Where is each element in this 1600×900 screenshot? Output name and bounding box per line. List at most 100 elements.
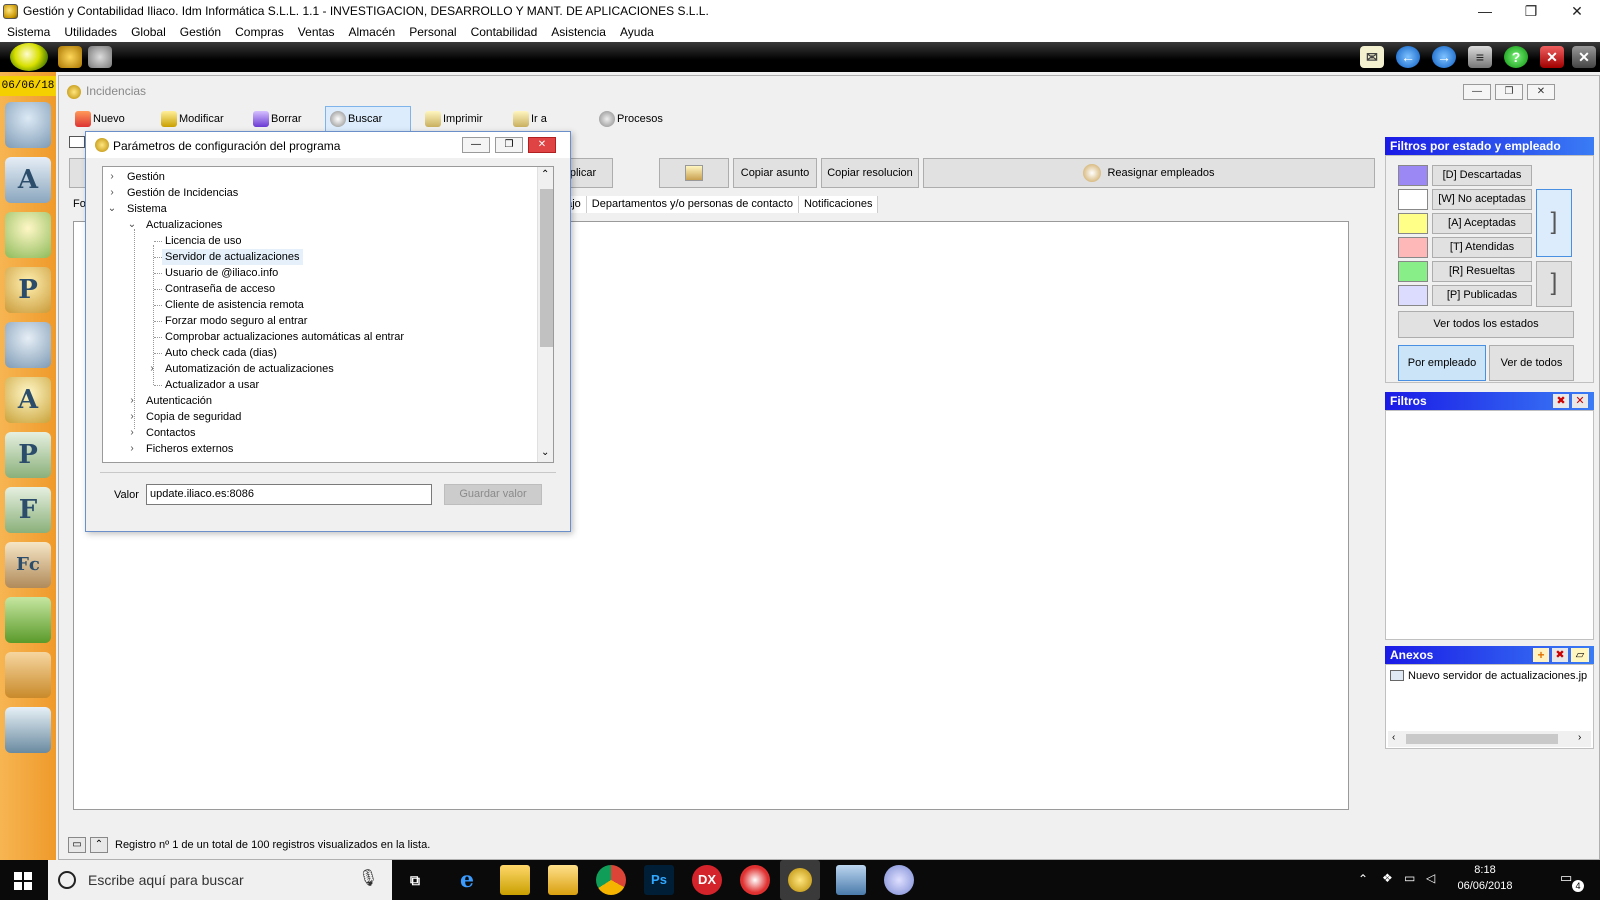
users-group-icon[interactable] xyxy=(5,102,51,148)
list-view-icon[interactable] xyxy=(69,136,85,148)
filter-no-aceptadas-button[interactable]: [W] No aceptadas xyxy=(1432,189,1532,210)
taskbar-search[interactable]: Escribe aquí para buscar 🎙 xyxy=(48,860,392,900)
tree-node-ficheros-externos[interactable]: › Ficheros externos xyxy=(127,441,233,457)
tree-node-gestion[interactable]: › Gestión xyxy=(107,169,165,185)
paint-app-icon[interactable] xyxy=(884,865,914,895)
tree-node-contactos[interactable]: › Contactos xyxy=(127,425,195,441)
filter-descartadas-button[interactable]: [D] Descartadas xyxy=(1432,165,1532,186)
tree-node-forzar-modo[interactable]: Forzar modo seguro al entrar xyxy=(165,313,307,329)
tab-departamentos[interactable]: Departamentos y/o personas de contacto xyxy=(586,196,799,213)
minimize-button[interactable]: — xyxy=(1462,0,1508,23)
menu-utilidades[interactable]: Utilidades xyxy=(57,23,124,42)
child-close-button[interactable]: ✕ xyxy=(1527,84,1555,100)
filtros-close-icon[interactable]: ✕ xyxy=(1572,394,1588,408)
tray-date[interactable]: 06/06/2018 xyxy=(1450,880,1520,892)
forward-arrow-icon[interactable]: → xyxy=(1432,46,1456,68)
anexos-folder-icon[interactable]: ▱ xyxy=(1571,648,1589,662)
scroll-up-icon[interactable]: ⌃ xyxy=(541,169,549,180)
tree-node-autenticacion[interactable]: › Autenticación xyxy=(127,393,212,409)
settings-coin-icon[interactable] xyxy=(88,46,112,68)
help-icon[interactable]: ? xyxy=(1504,46,1528,68)
user-a-icon[interactable]: A xyxy=(5,377,51,423)
valor-input[interactable]: update.iliaco.es:8086 xyxy=(146,484,432,505)
dropbox-icon[interactable]: ❖ xyxy=(1382,871,1393,885)
tree-node-sistema[interactable]: ⌄ Sistema xyxy=(107,201,167,217)
dialog-restore-button[interactable]: ❐ xyxy=(495,137,523,153)
menu-ayuda[interactable]: Ayuda xyxy=(613,23,661,42)
menu-ventas[interactable]: Ventas xyxy=(291,23,342,42)
status-list-icon[interactable]: ▭ xyxy=(68,837,86,853)
reasignar-empleados-button[interactable]: Reasignar empleados xyxy=(923,158,1375,188)
tree-scroll-thumb[interactable] xyxy=(540,189,553,347)
tree-node-automatizacion[interactable]: › Automatización de actualizaciones xyxy=(147,361,333,377)
close-button[interactable]: ✕ xyxy=(1554,0,1600,23)
anexos-add-icon[interactable]: + xyxy=(1533,648,1549,662)
tab-notificaciones[interactable]: Notificaciones xyxy=(798,196,879,213)
mail-icon[interactable]: ✉ xyxy=(1360,46,1384,68)
shopping-bag-green-icon[interactable] xyxy=(5,597,51,643)
tree-node-copia-seguridad[interactable]: › Copia de seguridad xyxy=(127,409,241,425)
restore-button[interactable]: ❐ xyxy=(1508,0,1554,23)
tree-node-servidor-actualizaciones[interactable]: Servidor de actualizaciones xyxy=(162,249,303,265)
scroll-right-icon[interactable]: › xyxy=(1578,732,1581,743)
windows-start-icon[interactable] xyxy=(14,872,32,890)
ver-todos-estados-button[interactable]: Ver todos los estados xyxy=(1398,311,1574,338)
shopping-bag-orange-icon[interactable] xyxy=(5,652,51,698)
menu-contabilidad[interactable]: Contabilidad xyxy=(464,23,545,42)
nuevo-button[interactable]: Nuevo xyxy=(71,106,129,132)
child-restore-button[interactable]: ❐ xyxy=(1495,84,1523,100)
scroll-left-icon[interactable]: ‹ xyxy=(1392,732,1395,743)
exit-icon[interactable]: ✕ xyxy=(1572,46,1596,68)
anexos-remove-icon[interactable]: ✖ xyxy=(1552,648,1568,662)
filter-publicadas-button[interactable]: [P] Publicadas xyxy=(1432,285,1532,306)
scroll-down-icon[interactable]: ⌄ xyxy=(541,447,549,458)
menu-personal[interactable]: Personal xyxy=(402,23,463,42)
volume-muted-icon[interactable]: ◁ xyxy=(1426,871,1435,885)
tray-expand-icon[interactable]: ⌃ xyxy=(1358,872,1368,886)
child-minimize-button[interactable]: — xyxy=(1463,84,1491,100)
tree-node-contrasena[interactable]: Contraseña de acceso xyxy=(165,281,275,297)
tree-node-actualizaciones[interactable]: ⌄ Actualizaciones xyxy=(127,217,223,233)
document-fc-icon[interactable]: Fc xyxy=(5,542,51,588)
filter-aceptadas-button[interactable]: [A] Aceptadas xyxy=(1432,213,1532,234)
filtros-list[interactable] xyxy=(1385,410,1594,640)
menu-gestion[interactable]: Gestión xyxy=(173,23,228,42)
clients-box-icon[interactable]: A xyxy=(5,157,51,203)
tree-node-auto-check[interactable]: Auto check cada (dias) xyxy=(165,345,277,361)
menu-compras[interactable]: Compras xyxy=(228,23,291,42)
modificar-button[interactable]: Modificar xyxy=(157,106,228,132)
menu-asistencia[interactable]: Asistencia xyxy=(544,23,613,42)
user-blue-icon[interactable] xyxy=(5,322,51,368)
menu-global[interactable]: Global xyxy=(124,23,173,42)
tree-node-actualizador[interactable]: Actualizador a usar xyxy=(165,377,259,393)
config-tree[interactable]: › Gestión › Gestión de Incidencias ⌄ Sistem… xyxy=(102,166,554,463)
ver-de-todos-button[interactable]: Ver de todos xyxy=(1489,345,1574,381)
por-empleado-button[interactable]: Por empleado xyxy=(1398,345,1486,381)
windows-list-icon[interactable]: ≡ xyxy=(1468,46,1492,68)
folder-icon[interactable] xyxy=(548,865,578,895)
dx-app-icon[interactable]: DX xyxy=(692,865,722,895)
buscar-button[interactable]: Buscar xyxy=(325,106,411,132)
copiar-asunto-button[interactable]: Copiar asunto xyxy=(733,158,817,188)
dialog-close-button[interactable]: ✕ xyxy=(528,137,556,153)
tray-time[interactable]: 8:18 xyxy=(1450,864,1520,876)
coin-icon[interactable] xyxy=(58,46,82,68)
photoshop-icon[interactable]: Ps xyxy=(644,865,674,895)
anexos-hscroll[interactable]: ‹ › xyxy=(1388,731,1591,747)
status-up-icon[interactable]: ⌃ xyxy=(90,837,108,853)
copiar-resolucion-button[interactable]: Copiar resolucion xyxy=(821,158,919,188)
edge-browser-icon[interactable]: e xyxy=(452,865,482,895)
user-green-icon[interactable] xyxy=(5,212,51,258)
procesos-button[interactable]: Procesos xyxy=(595,106,667,132)
ir-a-button[interactable]: Ir a xyxy=(509,106,551,132)
tree-node-comprobar[interactable]: Comprobar actualizaciones automáticas al… xyxy=(165,329,404,345)
borrar-button[interactable]: Borrar xyxy=(249,106,306,132)
ledger-icon[interactable] xyxy=(5,707,51,753)
contacts-card-button[interactable] xyxy=(659,158,729,188)
guardar-valor-button[interactable]: Guardar valor xyxy=(444,484,542,505)
iliaco-app-icon[interactable] xyxy=(780,860,820,900)
window-app-icon[interactable] xyxy=(836,865,866,895)
tree-vertical-scrollbar[interactable]: ⌃ ⌄ xyxy=(537,167,553,462)
back-arrow-icon[interactable]: ← xyxy=(1396,46,1420,68)
anexo-item[interactable]: Nuevo servidor de actualizaciones.jp xyxy=(1390,670,1587,682)
